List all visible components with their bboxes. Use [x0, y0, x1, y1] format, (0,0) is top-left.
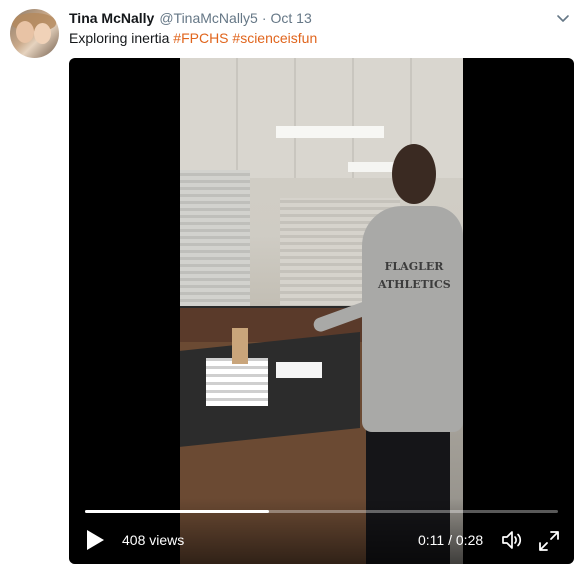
video-player[interactable]: FLAGLER ATHLETICS 408 views 0:11 / 0:28	[69, 58, 574, 564]
tweet-text: Exploring inertia #FPCHS #scienceisfun	[69, 30, 317, 46]
avatar[interactable]	[10, 9, 59, 58]
view-count: 408 views	[122, 532, 185, 548]
video-frame[interactable]: FLAGLER ATHLETICS	[180, 58, 463, 564]
ceiling-light	[276, 126, 384, 138]
hoodie-print-line: FLAGLER	[384, 260, 444, 273]
paper-sheet	[276, 362, 322, 378]
play-icon[interactable]	[85, 529, 105, 551]
author-name[interactable]: Tina McNally	[69, 10, 154, 26]
current-time: 0:11	[418, 532, 445, 548]
hashtag-link[interactable]: #scienceisfun	[232, 30, 317, 46]
tweet-header: Tina McNally @TinaMcNally5 · Oct 13	[69, 9, 312, 27]
hoodie-print-line: ATHLETICS	[378, 278, 451, 291]
progress-bar[interactable]	[85, 510, 558, 513]
tweet-text-body: Exploring inertia	[69, 30, 174, 46]
paper-stack	[206, 358, 268, 406]
fullscreen-icon[interactable]	[538, 530, 560, 552]
avatar-face	[34, 23, 51, 44]
person-hoodie	[362, 206, 463, 432]
hashtag-link[interactable]: #FPCHS	[173, 30, 228, 46]
tweet-date[interactable]: Oct 13	[271, 10, 312, 26]
duration: 0:28	[455, 532, 484, 548]
time-separator: /	[444, 532, 456, 548]
tweet-card[interactable]: Tina McNally @TinaMcNally5 · Oct 13 Expl…	[0, 0, 581, 576]
chevron-down-icon[interactable]	[555, 10, 571, 26]
block-tower	[232, 328, 248, 364]
avatar-face	[16, 21, 34, 43]
hoodie-print: FLAGLER ATHLETICS	[378, 258, 451, 294]
progress-fill	[85, 510, 270, 513]
person-head	[392, 144, 436, 204]
author-handle[interactable]: @TinaMcNally5	[159, 10, 258, 26]
video-controls	[69, 498, 574, 564]
volume-icon[interactable]	[500, 528, 524, 552]
time-display: 0:11 / 0:28	[418, 532, 483, 548]
header-separator: ·	[261, 10, 267, 26]
